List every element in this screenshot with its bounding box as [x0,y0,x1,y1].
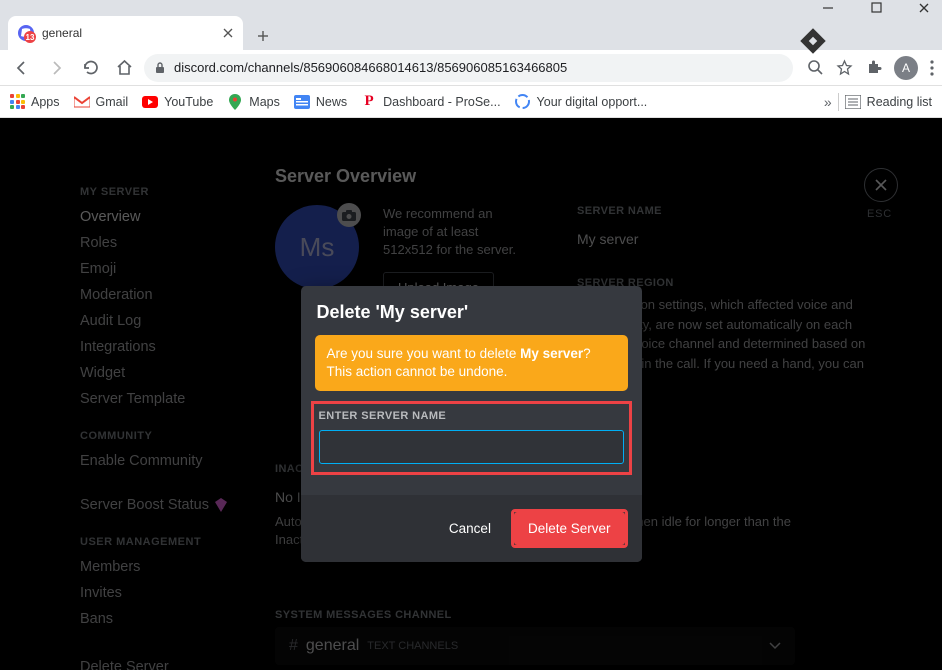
back-button[interactable] [8,54,36,82]
address-bar[interactable]: discord.com/channels/856906084668014613/… [144,54,793,82]
tab-title: general [42,26,82,40]
bookmark-label: News [316,95,347,109]
bookmark-prose[interactable]: P Dashboard - ProSe... [361,94,500,110]
reload-button[interactable] [76,54,104,82]
google-g-icon [515,94,531,110]
apps-button[interactable]: Apps [10,94,60,109]
bookmark-youtube[interactable]: YouTube [142,94,213,110]
overflow-chevron-icon[interactable]: » [824,94,832,110]
forward-button[interactable] [42,54,70,82]
delete-server-button[interactable]: Delete Server [514,512,625,545]
enter-server-name-label: ENTER SERVER NAME [319,410,624,422]
apps-label: Apps [31,95,60,109]
warn-server-name: My server [520,346,583,361]
tab-close-button[interactable] [223,28,233,38]
browser-tab[interactable]: 13 general [8,16,243,50]
bookmark-label: YouTube [164,95,213,109]
apps-grid-icon [10,94,25,109]
youtube-icon [142,94,158,110]
bookmark-news[interactable]: News [294,94,347,110]
bookmarks-bar: Apps Gmail YouTube Maps News P Dashboard… [0,86,942,118]
maps-icon [227,94,243,110]
bookmark-label: Your digital opport... [537,95,648,109]
extensions-icon[interactable] [865,59,882,76]
bookmark-label: Dashboard - ProSe... [383,95,500,109]
server-name-input[interactable] [319,430,624,464]
warn-text-pre: Are you sure you want to delete [327,346,521,361]
bookmark-label: Gmail [96,95,129,109]
bookmark-maps[interactable]: Maps [227,94,280,110]
modal-backdrop: Delete 'My server' Are you sure you want… [0,118,942,670]
delete-server-modal: Delete 'My server' Are you sure you want… [301,286,642,562]
warning-box: Are you sure you want to delete My serve… [315,335,628,391]
bookmark-digital[interactable]: Your digital opport... [515,94,648,110]
incognito-indicator-icon [800,28,825,53]
cancel-button[interactable]: Cancel [443,513,497,544]
tab-strip: 13 general [0,15,942,50]
new-tab-button[interactable] [249,22,277,50]
divider [838,93,839,111]
home-button[interactable] [110,54,138,82]
discord-favicon: 13 [18,25,34,41]
page-viewport: MY SERVER Overview Roles Emoji Moderatio… [0,118,942,670]
reading-list-button[interactable]: Reading list [867,95,932,109]
browser-toolbar: discord.com/channels/856906084668014613/… [0,50,942,86]
profile-avatar[interactable]: A [894,56,918,80]
bookmark-label: Maps [249,95,280,109]
gmail-icon [74,94,90,110]
delete-button-highlight: Delete Server [511,509,628,548]
search-icon[interactable] [807,59,824,76]
chrome-menu-icon[interactable] [930,60,934,76]
window-controls [0,0,942,15]
notification-badge: 13 [24,31,36,43]
bookmark-gmail[interactable]: Gmail [74,94,129,110]
pinterest-icon: P [361,94,377,110]
bookmark-star-icon[interactable] [836,59,853,76]
modal-title: Delete 'My server' [317,302,626,323]
lock-icon [154,61,166,74]
news-icon [294,94,310,110]
reading-list-icon [845,95,861,109]
url-text: discord.com/channels/856906084668014613/… [174,60,567,75]
